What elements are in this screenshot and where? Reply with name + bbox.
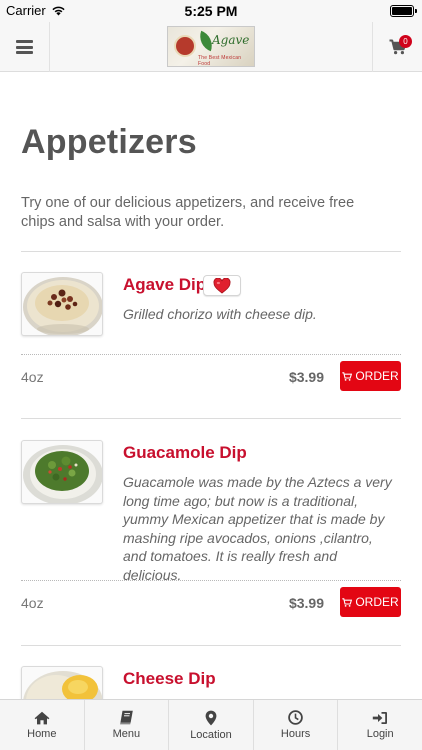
cheese-dip-image[interactable] [21, 666, 103, 699]
tab-login[interactable]: Login [338, 700, 422, 750]
hamburger-icon [16, 40, 33, 54]
page-title: Appetizers [21, 123, 197, 161]
status-time: 5:25 PM [184, 3, 238, 19]
tab-label: Hours [280, 728, 311, 740]
login-icon [372, 711, 388, 724]
order-button[interactable]: ORDER [340, 587, 401, 617]
item-divider [21, 354, 401, 355]
item-divider [21, 580, 401, 581]
tab-menu[interactable]: Menu [85, 700, 170, 750]
cart-count-badge: 0 [399, 35, 412, 48]
map-pin-icon [205, 710, 217, 725]
app-header: Agave The Best Mexican Food 0 [0, 22, 422, 72]
tab-label: Login [366, 727, 394, 740]
item-separator [21, 418, 401, 419]
item-name[interactable]: Guacamole Dip [123, 443, 247, 463]
order-label: ORDER [355, 595, 399, 609]
guacamole-dip-image[interactable] [21, 440, 103, 504]
item-price: $3.99 [288, 595, 324, 611]
order-label: ORDER [355, 369, 399, 383]
item-separator [21, 645, 401, 646]
page-description: Try one of our delicious appetizers, and… [21, 195, 355, 230]
order-button[interactable]: ORDER [340, 361, 401, 391]
logo-text: Agave [212, 33, 250, 47]
status-bar: Carrier 5:25 PM [0, 0, 422, 22]
tab-label: Home [27, 727, 57, 740]
tab-hours[interactable]: Hours [254, 700, 339, 750]
tab-home[interactable]: Home [0, 700, 85, 750]
item-size: 4oz [21, 369, 44, 385]
item-price: $3.99 [288, 369, 324, 385]
tab-location[interactable]: Location [169, 700, 254, 750]
item-name[interactable]: Cheese Dip [123, 669, 216, 689]
cart-icon [342, 371, 353, 381]
restaurant-logo[interactable]: Agave The Best Mexican Food [167, 26, 255, 67]
cheese-dip-photo [23, 671, 102, 699]
menu-button[interactable] [0, 22, 50, 72]
item-description: Grilled chorizo with cheese dip. [123, 306, 317, 322]
cart-button[interactable]: 0 [372, 22, 422, 72]
item-name[interactable]: Agave Dip [123, 275, 206, 295]
agave-dip-image[interactable] [21, 272, 103, 336]
battery-icon [390, 5, 417, 17]
cart-icon [342, 597, 353, 607]
bottom-tab-bar: Home Menu Location Hours Login [0, 699, 422, 750]
section-divider [21, 251, 401, 252]
tab-label: Menu [112, 728, 141, 740]
main-content[interactable]: Appetizers Try one of our delicious appe… [0, 73, 422, 699]
clock-icon [288, 710, 303, 725]
home-icon [34, 711, 50, 724]
item-size: 4oz [21, 595, 44, 611]
heart-icon [213, 277, 231, 294]
logo-tagline: The Best Mexican Food [198, 55, 242, 67]
guacamole-dip-photo [23, 445, 102, 503]
logo-plate-graphic [174, 35, 196, 57]
agave-dip-photo [23, 277, 102, 335]
tab-label: Location [190, 728, 232, 741]
book-icon [119, 710, 133, 725]
favorite-button[interactable] [203, 275, 241, 296]
item-description: Guacamole was made by the Aztecs a very … [123, 474, 392, 583]
